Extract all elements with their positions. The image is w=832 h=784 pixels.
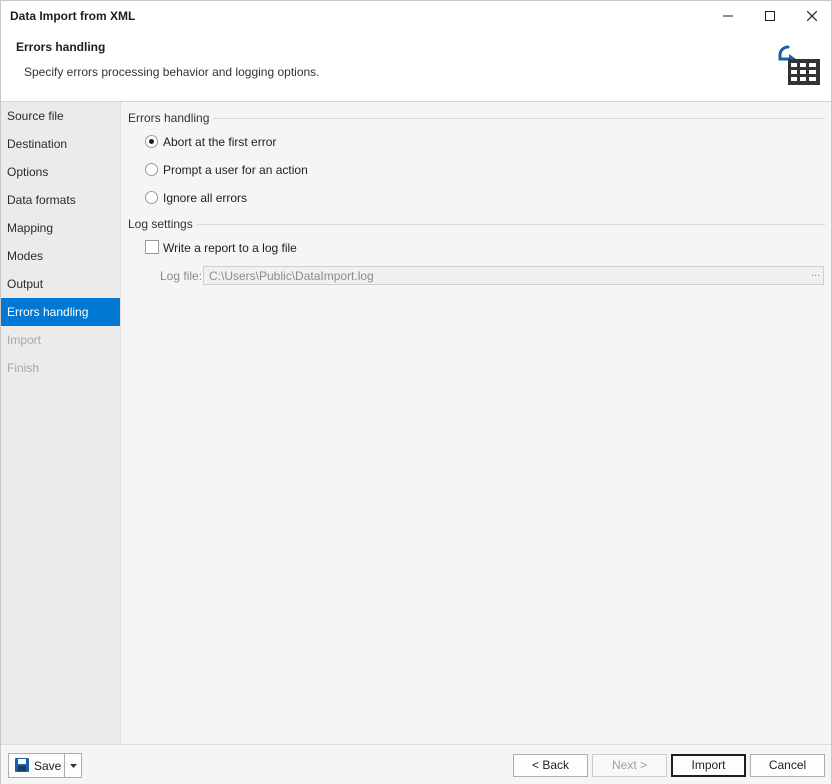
- page-title: Errors handling: [16, 40, 106, 54]
- errors-handling-group: Errors handling: [128, 111, 825, 125]
- checkbox-label[interactable]: Write a report to a log file: [163, 241, 297, 255]
- log-file-path: C:\Users\Public\DataImport.log: [209, 269, 374, 283]
- sidebar-item-data-formats[interactable]: Data formats: [1, 186, 120, 214]
- wizard-steps-sidebar: Source file Destination Options Data for…: [1, 102, 121, 744]
- maximize-icon: [765, 11, 775, 21]
- sidebar-item-modes[interactable]: Modes: [1, 242, 120, 270]
- floppy-disk-icon: [15, 758, 29, 772]
- radio-circle[interactable]: [145, 163, 158, 176]
- sidebar-item-import: Import: [7, 333, 42, 347]
- radio-selected-dot: [149, 139, 154, 144]
- group-label: Errors handling: [128, 111, 214, 125]
- save-options-dropdown[interactable]: [64, 754, 82, 777]
- page-subtitle: Specify errors processing behavior and l…: [24, 65, 320, 79]
- save-label: Save: [34, 759, 62, 773]
- radio-label[interactable]: Abort at the first error: [163, 135, 276, 149]
- wizard-header: Errors handling Specify errors processin…: [1, 31, 831, 102]
- close-icon: [807, 11, 817, 21]
- back-button[interactable]: < Back: [513, 754, 588, 777]
- sidebar-item-source-file[interactable]: Source file: [1, 102, 120, 130]
- log-file-input: C:\Users\Public\DataImport.log ...: [203, 266, 824, 285]
- chevron-down-icon: [70, 763, 77, 768]
- radio-label[interactable]: Prompt a user for an action: [163, 163, 308, 177]
- minimize-icon: [723, 15, 733, 17]
- wizard-footer: Save < Back Next > Import Cancel: [1, 744, 831, 784]
- sidebar-item-mapping[interactable]: Mapping: [1, 214, 120, 242]
- sidebar-item-finish: Finish: [7, 361, 40, 375]
- import-wizard-window: Data Import from XML Errors handling Spe…: [0, 0, 832, 784]
- title-bar: Data Import from XML: [1, 1, 831, 31]
- sidebar-item-options[interactable]: Options: [1, 158, 120, 186]
- radio-label[interactable]: Ignore all errors: [163, 191, 247, 205]
- sidebar-item-errors-handling[interactable]: Errors handling: [1, 298, 120, 326]
- cancel-button[interactable]: Cancel: [750, 754, 825, 777]
- window-title: Data Import from XML: [10, 9, 136, 23]
- radio-abort-first-error[interactable]: Abort at the first error: [145, 133, 345, 151]
- sidebar-item-destination[interactable]: Destination: [1, 130, 120, 158]
- save-split-button: Save: [8, 753, 82, 778]
- import-table-icon: [778, 45, 820, 85]
- log-settings-group: Log settings: [128, 217, 825, 231]
- radio-prompt-user[interactable]: Prompt a user for an action: [145, 161, 345, 179]
- sidebar-item-output[interactable]: Output: [1, 270, 120, 298]
- radio-circle[interactable]: [145, 191, 158, 204]
- group-label: Log settings: [128, 217, 197, 231]
- radio-ignore-all-errors[interactable]: Ignore all errors: [145, 189, 345, 207]
- radio-circle[interactable]: [145, 135, 158, 148]
- log-file-label: Log file:: [160, 269, 203, 283]
- checkbox-box[interactable]: [145, 240, 159, 254]
- close-button[interactable]: [791, 1, 832, 31]
- wizard-content: Errors handling Abort at the first error…: [121, 102, 831, 744]
- next-button: Next >: [592, 754, 667, 777]
- group-divider: [128, 118, 825, 119]
- save-button[interactable]: Save: [9, 754, 64, 777]
- minimize-button[interactable]: [707, 1, 749, 31]
- browse-ellipsis-button: ...: [810, 267, 820, 279]
- group-divider: [128, 224, 825, 225]
- import-button[interactable]: Import: [671, 754, 746, 777]
- maximize-button[interactable]: [749, 1, 791, 31]
- write-report-checkbox[interactable]: Write a report to a log file: [145, 239, 345, 257]
